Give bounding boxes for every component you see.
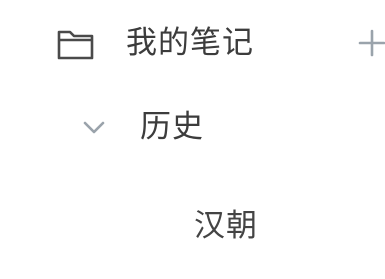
tree-item-folder[interactable]: 历史 — [0, 104, 385, 150]
plus-icon[interactable] — [357, 26, 385, 60]
chevron-down-icon[interactable] — [80, 110, 108, 144]
notebook-tree: 我的笔记 历史 汉朝 — [0, 0, 385, 279]
folder-icon — [56, 24, 96, 64]
notebook-label: 我的笔记 — [126, 25, 254, 61]
note-label: 汉朝 — [194, 208, 258, 244]
tree-item-notebook[interactable]: 我的笔记 — [0, 20, 385, 66]
folder-label: 历史 — [140, 109, 204, 145]
tree-item-note[interactable]: 汉朝 — [0, 203, 385, 249]
